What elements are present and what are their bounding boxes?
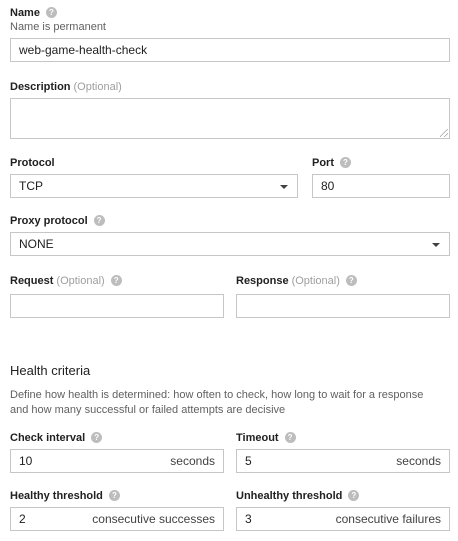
check-interval-label-row: Check interval? <box>10 431 103 445</box>
description-textarea[interactable] <box>10 98 450 139</box>
name-label: Name <box>10 7 40 19</box>
timeout-label: Timeout <box>236 432 279 444</box>
description-label: Description <box>10 81 71 93</box>
help-icon[interactable]: ? <box>348 489 360 501</box>
response-input[interactable] <box>236 294 450 318</box>
request-label-row: Request (Optional)? <box>10 274 122 288</box>
protocol-label: Protocol <box>10 157 55 169</box>
port-label-row: Port? <box>312 156 351 170</box>
name-hint: Name is permanent <box>10 21 106 33</box>
timeout-label-row: Timeout? <box>236 431 296 445</box>
help-icon[interactable]: ? <box>110 274 122 286</box>
port-input[interactable]: 80 <box>312 174 450 198</box>
protocol-select-value: TCP <box>19 179 43 193</box>
proxy-protocol-label-row: Proxy protocol? <box>10 214 105 228</box>
request-optional: (Optional) <box>56 275 105 287</box>
proxy-protocol-select[interactable]: NONE <box>10 232 450 256</box>
name-input-value: web-game-health-check <box>19 43 148 57</box>
response-label-row: Response (Optional)? <box>236 274 357 288</box>
proxy-protocol-select-value: NONE <box>19 237 54 251</box>
healthy-threshold-input[interactable]: 2 consecutive successes <box>10 507 224 531</box>
dropdown-arrow-icon <box>432 243 440 247</box>
unhealthy-threshold-label: Unhealthy threshold <box>236 490 343 502</box>
timeout-value: 5 <box>245 454 252 468</box>
check-interval-value: 10 <box>19 454 33 468</box>
port-input-value: 80 <box>321 179 335 193</box>
description-optional: (Optional) <box>73 81 122 93</box>
response-optional: (Optional) <box>291 275 340 287</box>
timeout-unit: seconds <box>396 454 441 468</box>
response-label: Response <box>236 275 289 287</box>
healthy-threshold-value: 2 <box>19 512 26 526</box>
help-icon[interactable]: ? <box>108 489 120 501</box>
request-label: Request <box>10 275 54 287</box>
unhealthy-threshold-input[interactable]: 3 consecutive failures <box>236 507 450 531</box>
resize-grip-icon[interactable] <box>440 129 448 137</box>
protocol-select[interactable]: TCP <box>10 174 298 198</box>
check-interval-input[interactable]: 10 seconds <box>10 449 224 473</box>
healthy-threshold-label-row: Healthy threshold? <box>10 489 120 503</box>
unhealthy-threshold-unit: consecutive failures <box>335 512 441 526</box>
name-label-row: Name? <box>10 6 57 20</box>
healthy-threshold-label: Healthy threshold <box>10 490 103 502</box>
description-label-row: Description (Optional) <box>10 80 122 94</box>
healthy-threshold-unit: consecutive successes <box>92 512 215 526</box>
help-icon[interactable]: ? <box>340 156 351 168</box>
help-icon[interactable]: ? <box>91 431 103 443</box>
dropdown-arrow-icon <box>280 185 288 189</box>
port-label: Port <box>312 157 334 169</box>
timeout-input[interactable]: 5 seconds <box>236 449 450 473</box>
health-criteria-description: Define how health is determined: how oft… <box>10 389 424 416</box>
proxy-protocol-label: Proxy protocol <box>10 215 88 227</box>
health-criteria-title: Health criteria <box>10 363 91 378</box>
help-icon[interactable]: ? <box>93 214 105 226</box>
name-input[interactable]: web-game-health-check <box>10 38 450 62</box>
check-interval-label: Check interval <box>10 432 86 444</box>
check-interval-unit: seconds <box>170 454 215 468</box>
help-icon[interactable]: ? <box>45 6 57 18</box>
help-icon[interactable]: ? <box>284 431 296 443</box>
unhealthy-threshold-label-row: Unhealthy threshold? <box>236 489 360 503</box>
help-icon[interactable]: ? <box>345 274 357 286</box>
request-input[interactable] <box>10 294 224 318</box>
unhealthy-threshold-value: 3 <box>245 512 252 526</box>
health-check-form: { "name": { "label": "Name", "hint": "Na… <box>0 0 458 541</box>
